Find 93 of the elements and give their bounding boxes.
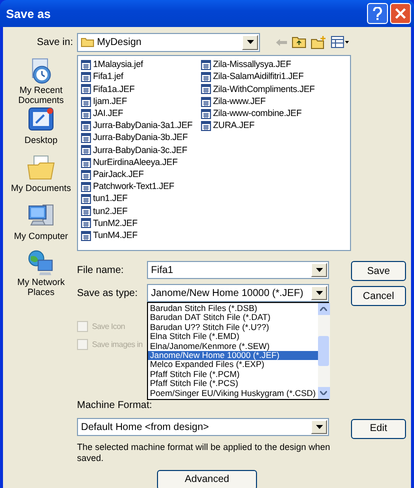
file-icon — [81, 133, 91, 144]
save-as-type-label: Save as type: — [77, 286, 139, 300]
close-button[interactable] — [390, 3, 411, 24]
file-icon — [81, 96, 91, 107]
file-item[interactable]: Patchwork-Text1.JEF — [81, 180, 199, 193]
file-item[interactable]: Zila-Missallysya.JEF — [201, 59, 347, 71]
scroll-down-icon[interactable] — [318, 386, 330, 399]
window-title: Save as — [6, 6, 52, 22]
scroll-thumb[interactable] — [318, 336, 330, 366]
file-item[interactable]: Zila-www.JEF — [201, 96, 347, 108]
help-icon — [373, 7, 382, 20]
scrollbar[interactable] — [318, 303, 330, 399]
file-item[interactable]: Jurra-BabyDania-3a1.JEF — [81, 120, 199, 132]
file-type-option[interactable]: Barudan Stitch Files (*.DSB) — [148, 304, 318, 314]
advanced-button[interactable]: Advanced — [157, 470, 257, 488]
file-type-option[interactable]: Janome/New Home 10000 (*.JEF) — [148, 350, 318, 360]
file-item[interactable]: ZURA.JEF — [201, 120, 347, 132]
machine-format-note: The selected machine format will be applied to the design when saved. — [77, 442, 332, 463]
save-in-label: Save in: — [36, 36, 74, 50]
file-icon — [201, 72, 211, 82]
file-item[interactable]: Jurra-BabyDania-3c.JEF — [81, 144, 199, 156]
edit-button[interactable]: Edit — [351, 418, 406, 438]
file-icon — [201, 108, 211, 119]
save-button[interactable]: Save — [351, 261, 406, 281]
file-icon — [81, 84, 91, 94]
up-folder-icon[interactable] — [292, 36, 306, 48]
file-type-option[interactable]: Poem/Singer EU/Viking Huskygram (*.CSD) — [148, 388, 318, 398]
file-icon — [81, 72, 91, 82]
file-type-option[interactable]: Barudan U?? Stitch File (*.U??) — [148, 322, 318, 332]
file-icon — [201, 60, 211, 70]
places-item[interactable]: My Documents — [7, 153, 75, 201]
file-icon — [81, 230, 91, 241]
close-icon — [395, 8, 406, 19]
scroll-up-icon[interactable] — [318, 303, 330, 315]
file-item[interactable]: JAI.JEF — [81, 108, 199, 120]
file-type-option[interactable]: Elna Stitch File (*.EMD) — [148, 332, 318, 342]
folder-icon — [81, 37, 94, 47]
places-item[interactable]: My Network Places — [7, 249, 75, 297]
file-item[interactable]: TunM2.JEF — [81, 217, 199, 230]
file-icon — [81, 170, 91, 180]
views-menu-icon[interactable] — [331, 36, 349, 48]
checkbox-label: Save images in — [92, 338, 142, 350]
file-icon — [201, 84, 211, 94]
file-icon — [81, 194, 91, 204]
file-item[interactable]: Ijam.JEF — [81, 96, 199, 108]
file-icon — [81, 218, 91, 228]
caret-icon — [316, 268, 322, 272]
machine-format-dropdown[interactable]: Default Home <from design> — [77, 418, 329, 436]
file-item[interactable]: Zila-www-combine.JEF — [201, 108, 347, 120]
save-as-type-dropdown[interactable]: Janome/New Home 10000 (*.JEF) — [147, 284, 329, 302]
file-item[interactable]: 1Malaysia.jef — [81, 59, 199, 71]
dropdown-arrow-button[interactable] — [311, 420, 327, 434]
file-item[interactable]: Zila-SalamAidilfitri1.JEF — [201, 71, 347, 84]
caret-icon — [246, 40, 254, 44]
cancel-button[interactable]: Cancel — [351, 286, 406, 306]
file-item[interactable]: TunM4.JEF — [81, 230, 199, 242]
file-icon — [201, 96, 211, 107]
save-in-dropdown[interactable]: MyDesign — [77, 32, 260, 52]
file-item[interactable]: Fifa1.jef — [81, 71, 199, 84]
file-item[interactable]: NurEirdinaAleeya.JEF — [81, 156, 199, 168]
checkbox-label: Save Icon — [92, 320, 125, 332]
places-item[interactable]: Desktop — [7, 105, 75, 153]
caret-icon — [316, 425, 322, 429]
file-type-option[interactable]: Barudan DAT Stitch File (*.DAT) — [148, 313, 318, 323]
dropdown-arrow-button[interactable] — [311, 286, 327, 300]
places-item[interactable]: My Recent Documents — [7, 57, 75, 105]
file-name-field[interactable]: Fifa1 — [147, 261, 329, 279]
help-button[interactable] — [367, 3, 388, 24]
file-item[interactable]: Zila-WithCompliments.JEF — [201, 83, 347, 96]
new-folder-icon[interactable] — [311, 36, 326, 48]
file-icon — [201, 120, 211, 131]
file-item[interactable]: tun1.JEF — [81, 193, 199, 206]
places-item[interactable]: My Computer — [7, 201, 75, 249]
file-icon — [81, 158, 91, 168]
caret-icon — [316, 291, 322, 295]
file-icon — [81, 60, 91, 70]
file-type-option[interactable]: Melco Expanded Files (*.EXP) — [148, 360, 318, 370]
file-icon — [81, 120, 91, 131]
machine-format-label: Machine Format: — [77, 400, 152, 412]
file-item[interactable]: Jurra-BabyDania-3b.JEF — [81, 132, 199, 144]
file-icon — [81, 206, 91, 216]
file-type-option[interactable]: Elna/Janome/Kenmore (*.SEW) — [148, 342, 318, 351]
file-name-label: File name: — [77, 264, 125, 278]
file-type-option[interactable]: Pfaff Stitch File (*.PCS) — [148, 379, 318, 389]
dropdown-arrow-button[interactable] — [242, 34, 258, 50]
file-icon — [81, 145, 91, 156]
file-item[interactable]: Fifa1a.JEF — [81, 83, 199, 96]
file-icon — [81, 108, 91, 119]
dropdown-arrow-button[interactable] — [311, 263, 327, 277]
file-item[interactable]: tun2.JEF — [81, 205, 199, 218]
file-icon — [81, 182, 91, 192]
file-type-option[interactable]: Pfaff Stitch File (*.PCM) — [148, 370, 318, 380]
file-item[interactable]: PairJack.JEF — [81, 168, 199, 181]
